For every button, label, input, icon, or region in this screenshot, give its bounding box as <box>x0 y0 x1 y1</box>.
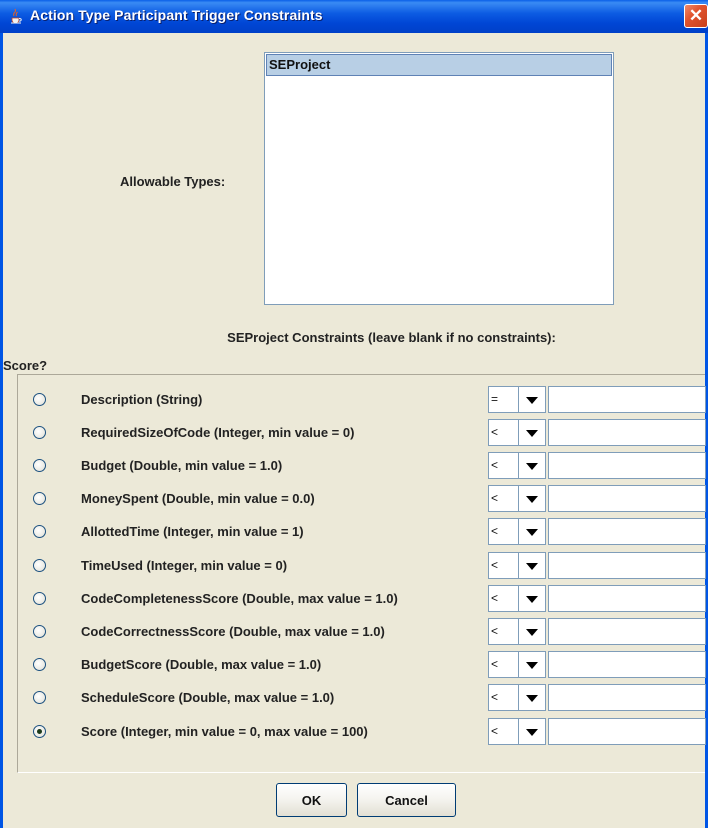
chevron-down-icon[interactable] <box>518 387 545 412</box>
score-radio[interactable] <box>33 725 46 738</box>
constraint-field-label: Description (String) <box>81 392 203 407</box>
operator-value: < <box>491 458 499 472</box>
operator-value: < <box>491 657 499 671</box>
chevron-down-icon[interactable] <box>518 420 545 445</box>
score-column-label: Score? <box>3 358 48 373</box>
chevron-down-icon[interactable] <box>518 486 545 511</box>
score-radio[interactable] <box>33 426 46 439</box>
constraint-field-label: CodeCompletenessScore (Double, max value… <box>81 591 398 606</box>
score-radio[interactable] <box>33 658 46 671</box>
constraint-row: ScheduleScore (Double, max value = 1.0) < <box>18 681 706 714</box>
operator-value: < <box>491 425 499 439</box>
constraint-field-label: AllottedTime (Integer, min value = 1) <box>81 524 304 539</box>
constraint-value-input[interactable] <box>548 485 706 512</box>
chevron-down-icon[interactable] <box>518 453 545 478</box>
constraint-row: Score (Integer, min value = 0, max value… <box>18 715 706 748</box>
allowable-types-list[interactable]: SEProject <box>264 52 614 305</box>
constraint-value-input[interactable] <box>548 419 706 446</box>
constraint-field-label: Budget (Double, min value = 1.0) <box>81 458 283 473</box>
constraint-row: Budget (Double, min value = 1.0) < <box>18 449 706 482</box>
operator-dropdown[interactable]: < <box>488 718 546 745</box>
score-radio[interactable] <box>33 459 46 472</box>
chevron-down-icon[interactable] <box>518 553 545 578</box>
constraint-value-input[interactable] <box>548 651 706 678</box>
constraint-row: TimeUsed (Integer, min value = 0) < <box>18 549 706 582</box>
chevron-down-icon[interactable] <box>518 519 545 544</box>
operator-value: = <box>491 392 499 406</box>
cancel-button[interactable]: Cancel <box>357 783 456 817</box>
score-radio[interactable] <box>33 559 46 572</box>
constraint-row: MoneySpent (Double, min value = 0.0) < <box>18 482 706 515</box>
operator-value: < <box>491 724 499 738</box>
operator-value: < <box>491 524 499 538</box>
chevron-down-icon[interactable] <box>518 652 545 677</box>
score-radio[interactable] <box>33 393 46 406</box>
score-radio[interactable] <box>33 625 46 638</box>
constraint-field-label: BudgetScore (Double, max value = 1.0) <box>81 657 322 672</box>
constraint-row: Description (String) = <box>18 383 706 416</box>
operator-dropdown[interactable]: < <box>488 618 546 645</box>
score-radio[interactable] <box>33 592 46 605</box>
score-radio[interactable] <box>33 492 46 505</box>
operator-dropdown[interactable]: < <box>488 585 546 612</box>
operator-dropdown[interactable]: < <box>488 552 546 579</box>
operator-dropdown[interactable]: < <box>488 452 546 479</box>
constraint-field-label: TimeUsed (Integer, min value = 0) <box>81 558 288 573</box>
chevron-down-icon[interactable] <box>518 619 545 644</box>
constraint-value-input[interactable] <box>548 552 706 579</box>
score-radio[interactable] <box>33 525 46 538</box>
constraints-table: Description (String) = RequiredSizeOfCode … <box>17 374 706 773</box>
constraint-row: CodeCorrectnessScore (Double, max value … <box>18 615 706 648</box>
constraint-row: AllottedTime (Integer, min value = 1) < <box>18 515 706 548</box>
constraint-value-input[interactable] <box>548 386 706 413</box>
constraint-field-label: CodeCorrectnessScore (Double, max value … <box>81 624 385 639</box>
java-cup-icon <box>8 8 24 24</box>
constraint-value-input[interactable] <box>548 684 706 711</box>
constraints-heading: SEProject Constraints (leave blank if no… <box>227 330 556 345</box>
chevron-down-icon[interactable] <box>518 586 545 611</box>
constraint-field-label: RequiredSizeOfCode (Integer, min value =… <box>81 425 355 440</box>
chevron-down-icon[interactable] <box>518 719 545 744</box>
score-radio[interactable] <box>33 691 46 704</box>
operator-value: < <box>491 690 499 704</box>
operator-dropdown[interactable]: < <box>488 485 546 512</box>
operator-value: < <box>491 491 499 505</box>
operator-dropdown[interactable]: < <box>488 419 546 446</box>
button-bar: OK Cancel <box>3 783 705 823</box>
allowable-types-label: Allowable Types: <box>120 174 226 189</box>
operator-dropdown[interactable]: < <box>488 518 546 545</box>
constraint-value-input[interactable] <box>548 718 706 745</box>
window-title: Action Type Participant Trigger Constrai… <box>30 7 323 23</box>
constraint-value-input[interactable] <box>548 618 706 645</box>
dialog-content: Allowable Types: SEProject SEProject Con… <box>3 33 706 828</box>
operator-dropdown[interactable]: < <box>488 651 546 678</box>
operator-value: < <box>491 591 499 605</box>
constraint-row: BudgetScore (Double, max value = 1.0) < <box>18 648 706 681</box>
constraint-field-label: ScheduleScore (Double, max value = 1.0) <box>81 690 335 705</box>
constraint-row: RequiredSizeOfCode (Integer, min value =… <box>18 416 706 449</box>
operator-value: < <box>491 558 499 572</box>
constraint-field-label: MoneySpent (Double, min value = 0.0) <box>81 491 315 506</box>
constraint-field-label: Score (Integer, min value = 0, max value… <box>81 724 368 739</box>
title-bar[interactable]: Action Type Participant Trigger Constrai… <box>0 0 708 33</box>
operator-dropdown[interactable]: < <box>488 684 546 711</box>
dialog-window: Action Type Participant Trigger Constrai… <box>0 0 708 828</box>
list-item[interactable]: SEProject <box>266 54 612 76</box>
constraint-row: CodeCompletenessScore (Double, max value… <box>18 582 706 615</box>
constraint-value-input[interactable] <box>548 518 706 545</box>
constraint-value-input[interactable] <box>548 452 706 479</box>
constraint-value-input[interactable] <box>548 585 706 612</box>
chevron-down-icon[interactable] <box>518 685 545 710</box>
close-button[interactable]: ✕ <box>684 4 708 28</box>
operator-dropdown[interactable]: = <box>488 386 546 413</box>
ok-button[interactable]: OK <box>276 783 347 817</box>
operator-value: < <box>491 624 499 638</box>
